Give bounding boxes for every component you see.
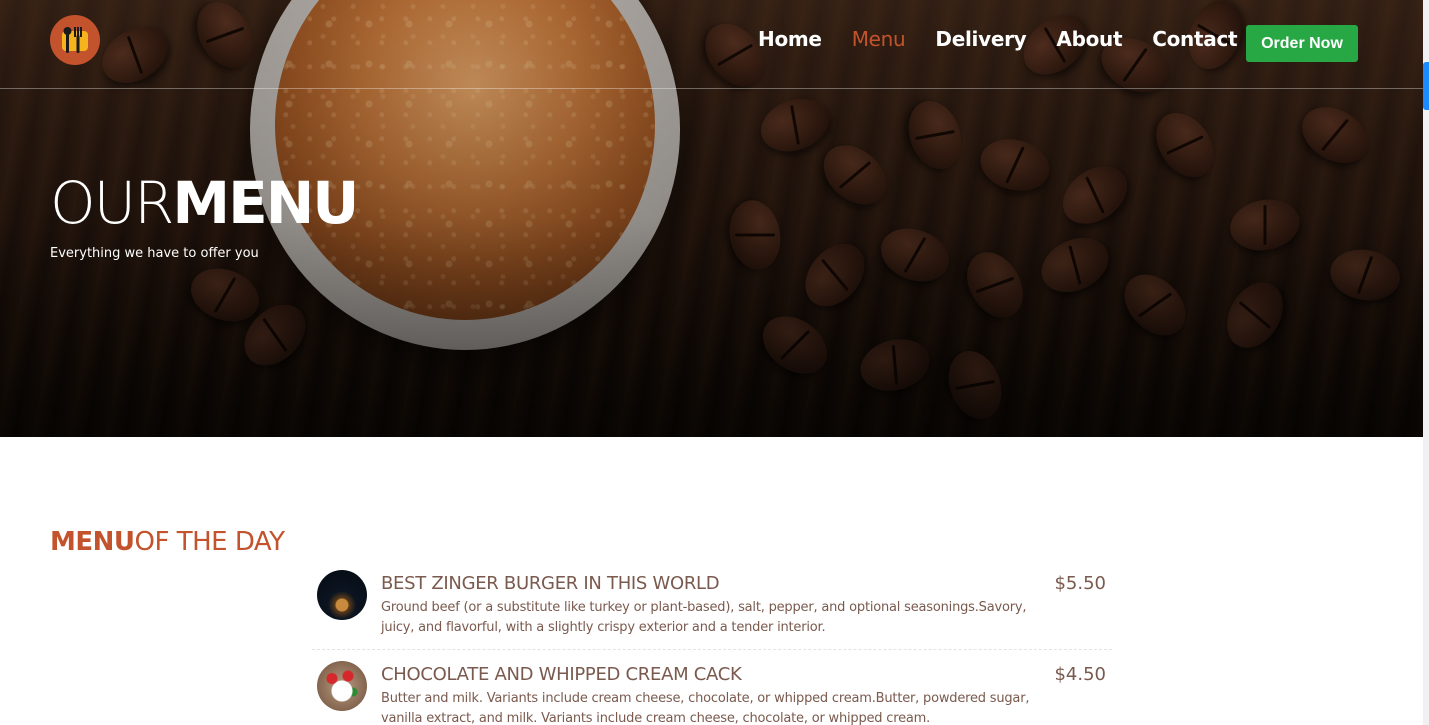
page: Home Menu Delivery About Contact Order N… xyxy=(0,0,1429,725)
menu-item-name: BEST ZINGER BURGER IN THIS WORLD xyxy=(381,573,720,594)
nav-link-menu[interactable]: Menu xyxy=(852,26,906,52)
page-title-light: OUR xyxy=(50,169,174,237)
menu-item[interactable]: CHOCOLATE AND WHIPPED CREAM CACK $4.50 B… xyxy=(312,656,1112,725)
page-title: OURMENU xyxy=(50,168,359,238)
menu-item[interactable]: BEST ZINGER BURGER IN THIS WORLD $5.50 G… xyxy=(312,565,1112,650)
menu-section-heading: MENUOF THE DAY xyxy=(50,527,285,557)
menu-item-price: $5.50 xyxy=(1054,573,1106,594)
menu-section-heading-bold: MENU xyxy=(50,527,135,557)
nav-link-home[interactable]: Home xyxy=(758,26,822,52)
menu-item-name: CHOCOLATE AND WHIPPED CREAM CACK xyxy=(381,664,742,685)
nav-link-about[interactable]: About xyxy=(1056,26,1122,52)
burger-thumbnail xyxy=(317,570,367,620)
nav-link-contact[interactable]: Contact xyxy=(1152,26,1237,52)
nav-link-delivery[interactable]: Delivery xyxy=(935,26,1026,52)
utensils-logo-icon[interactable] xyxy=(50,15,100,65)
nav-links: Home Menu Delivery About Contact xyxy=(758,26,1267,52)
cake-thumbnail xyxy=(317,661,367,711)
menu-item-description: Ground beef (or a substitute like turkey… xyxy=(381,600,1027,635)
order-now-button[interactable]: Order Now xyxy=(1246,25,1358,62)
page-title-bold: MENU xyxy=(172,169,359,237)
menu-item-description: Butter and milk. Variants include cream … xyxy=(381,691,1030,725)
menu-list: BEST ZINGER BURGER IN THIS WORLD $5.50 G… xyxy=(312,565,1112,725)
scrollbar-thumb[interactable] xyxy=(1423,62,1429,110)
menu-item-price: $4.50 xyxy=(1054,664,1106,685)
menu-section-heading-light: OF THE DAY xyxy=(134,527,286,557)
navbar: Home Menu Delivery About Contact Order N… xyxy=(0,0,1423,89)
fork-knife-icon xyxy=(62,27,88,53)
page-subtitle: Everything we have to offer you xyxy=(50,246,259,261)
